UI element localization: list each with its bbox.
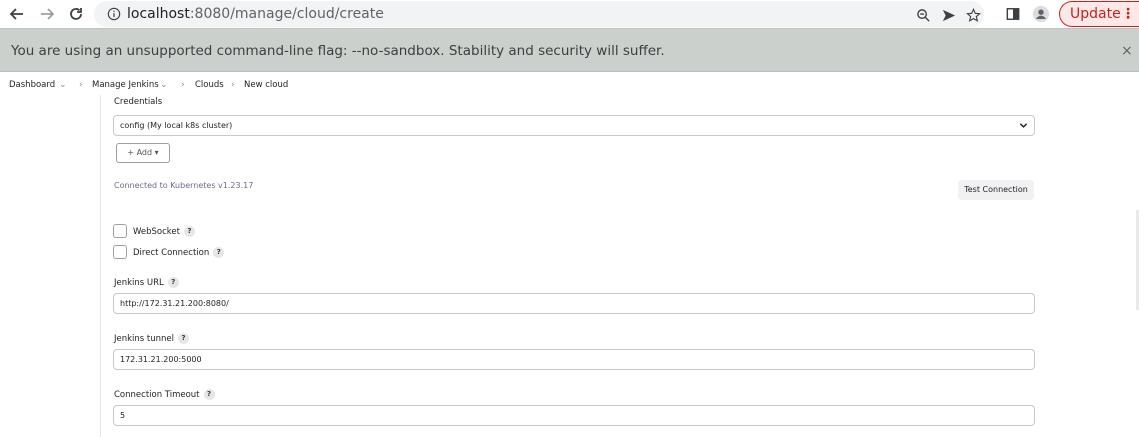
connection-timeout-input[interactable]: 5 [113, 405, 1035, 426]
more-menu-icon[interactable]: ⋮ [1121, 2, 1135, 26]
update-label: Update [1070, 6, 1121, 22]
url-path: :8080/manage/cloud/create [189, 6, 384, 22]
unsupported-flag-infobar: You are using an unsupported command-lin… [0, 28, 1139, 72]
websocket-label: WebSocket? [133, 226, 195, 237]
add-credentials-button[interactable]: + Add ▾ [116, 143, 170, 163]
back-button[interactable] [6, 3, 28, 25]
websocket-checkbox[interactable] [113, 224, 127, 238]
side-panel-icon[interactable] [1003, 4, 1023, 24]
help-icon[interactable]: ? [203, 389, 215, 400]
arrow-right-icon [41, 8, 55, 20]
direct-connection-checkbox[interactable] [113, 245, 127, 259]
breadcrumb-new-cloud: New cloud [244, 80, 289, 90]
test-connection-button[interactable]: Test Connection [958, 180, 1034, 200]
connection-timeout-label-text: Connection Timeout [114, 390, 200, 400]
breadcrumb-clouds[interactable]: Clouds [195, 80, 224, 90]
jenkins-tunnel-label-text: Jenkins tunnel [114, 334, 175, 344]
jenkins-url-label-text: Jenkins URL [114, 278, 164, 288]
breadcrumb: Dashboard ⌄ › Manage Jenkins ⌄ › Clouds … [0, 73, 1139, 95]
jenkins-tunnel-label: Jenkins tunnel? [114, 333, 190, 344]
reload-button[interactable] [65, 3, 87, 25]
connection-timeout-label: Connection Timeout? [114, 389, 215, 400]
direct-connection-label: Direct Connection? [133, 247, 225, 258]
jenkins-tunnel-input[interactable]: 172.31.21.200:5000 [113, 349, 1035, 370]
credentials-label: Credentials [114, 97, 163, 107]
help-icon[interactable]: ? [213, 247, 225, 258]
connection-status: Connected to Kubernetes v1.23.17 [114, 181, 254, 190]
url-text[interactable]: localhost:8080/manage/cloud/create [127, 5, 384, 23]
chevron-right-icon: › [79, 80, 83, 90]
help-icon[interactable]: ? [183, 226, 195, 237]
chevron-right-icon: › [181, 80, 185, 90]
websocket-label-text: WebSocket [133, 227, 180, 237]
update-button[interactable]: Update ⋮ [1059, 1, 1139, 27]
profile-avatar[interactable] [1031, 4, 1051, 24]
jenkins-url-input[interactable]: http://172.31.21.200:8080/ [113, 293, 1035, 314]
credentials-select[interactable]: config (My local k8s cluster) [113, 115, 1035, 136]
content-divider [100, 95, 101, 437]
arrow-left-icon [9, 8, 23, 20]
forward-button[interactable] [36, 3, 58, 25]
breadcrumb-dashboard[interactable]: Dashboard [9, 80, 55, 90]
address-bar[interactable]: localhost:8080/manage/cloud/create [94, 1, 984, 27]
help-icon[interactable]: ? [167, 277, 179, 288]
infobar-message: You are using an unsupported command-lin… [11, 43, 665, 59]
bookmark-star-icon[interactable] [964, 6, 982, 24]
direct-connection-label-text: Direct Connection [133, 248, 210, 258]
reload-icon [70, 8, 82, 20]
browser-toolbar: localhost:8080/manage/cloud/create Updat… [0, 0, 1139, 28]
jenkins-url-label: Jenkins URL? [114, 277, 179, 288]
info-icon[interactable] [106, 6, 122, 22]
chevron-down-icon [1019, 123, 1028, 128]
credentials-value: config (My local k8s cluster) [120, 121, 233, 130]
url-host: localhost [127, 6, 190, 22]
breadcrumb-manage-jenkins[interactable]: Manage Jenkins [92, 80, 159, 90]
chevron-down-icon[interactable]: ⌄ [160, 80, 168, 90]
send-icon[interactable] [939, 6, 957, 24]
close-icon[interactable]: × [1121, 43, 1133, 59]
help-icon[interactable]: ? [178, 333, 190, 344]
chevron-down-icon[interactable]: ⌄ [59, 80, 67, 90]
zoom-icon[interactable] [914, 6, 932, 24]
chevron-right-icon: › [231, 80, 235, 90]
